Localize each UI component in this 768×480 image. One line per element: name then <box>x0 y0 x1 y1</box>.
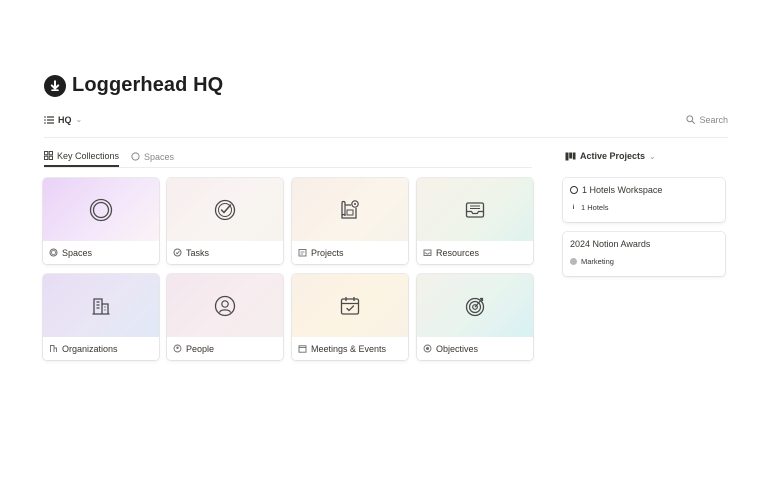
check-badge-icon <box>214 199 236 220</box>
card-cover <box>167 274 283 337</box>
card-label: Resources <box>436 247 480 258</box>
tasks-mini-icon <box>173 248 182 257</box>
search-button[interactable]: Search <box>686 115 728 125</box>
card-cover <box>43 274 159 337</box>
projects-mini-icon <box>298 248 307 257</box>
chevron-down-icon: ⌄ <box>649 151 656 161</box>
objectives-mini-icon <box>423 344 432 353</box>
collection-card-spaces[interactable]: Spaces <box>43 178 159 264</box>
card-label: Spaces <box>62 247 93 258</box>
collection-card-projects[interactable]: Projects <box>292 178 408 264</box>
chevron-down-icon: ⌄ <box>75 115 83 124</box>
active-projects-header[interactable]: Active Projects ⌄ <box>565 146 727 166</box>
loggerhead-logo-icon <box>44 74 66 97</box>
project-card-1-hotels-workspace[interactable]: 1 Hotels Workspace i 1 Hotels <box>563 178 725 222</box>
search-icon <box>686 115 696 124</box>
card-label: Objectives <box>436 343 479 354</box>
gray-dot-icon <box>570 258 577 265</box>
search-label: Search <box>699 114 728 125</box>
card-cover <box>417 178 533 241</box>
card-label: Organizations <box>62 343 118 354</box>
board-icon <box>565 152 576 160</box>
collection-card-organizations[interactable]: Organizations <box>43 274 159 360</box>
calendar-check-icon <box>340 296 360 315</box>
tab-spaces[interactable]: Spaces <box>131 146 174 167</box>
building-icon <box>92 297 110 315</box>
card-cover <box>292 178 408 241</box>
project-title: 1 Hotels Workspace <box>582 185 663 195</box>
inbox-tray-icon <box>465 201 485 218</box>
view-switcher[interactable]: HQ ⌄ <box>44 115 82 125</box>
list-icon <box>44 115 54 124</box>
card-label: Tasks <box>186 247 210 258</box>
circle-ring-icon <box>89 198 113 221</box>
card-label: People <box>186 343 215 354</box>
active-projects-panel: Active Projects ⌄ 1 Hotels Workspace i 1… <box>563 146 727 276</box>
circle-icon <box>131 152 140 161</box>
view-label: HQ <box>58 114 72 125</box>
card-label: Meetings & Events <box>311 343 387 354</box>
grid-icon <box>44 151 53 160</box>
person-circle-icon <box>214 295 236 316</box>
collection-card-tasks[interactable]: Tasks <box>167 178 283 264</box>
organizations-mini-icon <box>49 344 58 353</box>
target-icon <box>465 297 485 316</box>
tab-label: Key Collections <box>57 150 120 161</box>
tab-label: Spaces <box>144 151 175 162</box>
collection-card-meetings-events[interactable]: Meetings & Events <box>292 274 408 360</box>
card-cover <box>43 178 159 241</box>
tab-key-collections[interactable]: Key Collections <box>44 146 120 167</box>
status-ring-icon <box>570 186 578 194</box>
active-projects-title: Active Projects <box>580 151 646 161</box>
page-title: Loggerhead HQ <box>72 74 224 96</box>
spaces-mini-icon <box>49 248 58 257</box>
resources-mini-icon <box>423 248 432 257</box>
project-card-2024-notion-awards[interactable]: 2024 Notion Awards Marketing <box>563 232 725 276</box>
blueprint-icon <box>341 199 359 219</box>
collection-card-people[interactable]: People <box>167 274 283 360</box>
collection-card-resources[interactable]: Resources <box>417 178 533 264</box>
view-bar: HQ ⌄ Search <box>44 110 728 138</box>
card-label: Projects <box>311 247 344 258</box>
project-tag: Marketing <box>581 257 614 266</box>
project-title: 2024 Notion Awards <box>570 239 651 249</box>
card-cover <box>292 274 408 337</box>
card-cover <box>417 274 533 337</box>
people-mini-icon <box>173 344 182 353</box>
collection-tabs: Key Collections Spaces <box>44 146 532 168</box>
page-header: Loggerhead HQ <box>44 74 223 97</box>
meetings-mini-icon <box>298 344 307 353</box>
collection-card-objectives[interactable]: Objectives <box>417 274 533 360</box>
project-tag: 1 Hotels <box>581 203 609 212</box>
card-cover <box>167 178 283 241</box>
info-icon: i <box>572 204 575 211</box>
